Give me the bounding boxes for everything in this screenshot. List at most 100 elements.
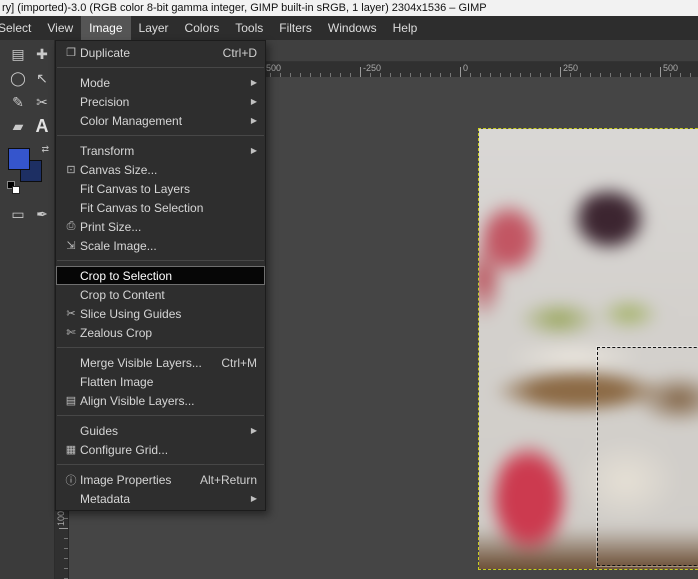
menu-separator xyxy=(57,464,264,465)
menu-item-label: Scale Image... xyxy=(80,238,157,253)
submenu-arrow-icon: ▶ xyxy=(250,97,257,106)
menu-separator xyxy=(57,67,264,68)
menu-item-metadata[interactable]: Metadata ▶ xyxy=(56,489,265,508)
menu-item-label: Mode xyxy=(80,75,111,90)
menu-item-zealous-crop[interactable]: ✄ Zealous Crop xyxy=(56,323,265,342)
menu-item-image-properties[interactable]: ⓘ Image Properties Alt+Return xyxy=(56,470,265,489)
h-ruler-label: 0 xyxy=(463,63,469,73)
scale-icon: ⇲ xyxy=(66,240,76,252)
foreground-color-swatch[interactable] xyxy=(8,148,30,170)
menu-item-guides[interactable]: Guides ▶ xyxy=(56,421,265,440)
menu-item-slice-using-guides[interactable]: ✂ Slice Using Guides xyxy=(56,304,265,323)
menu-item-label: Canvas Size... xyxy=(80,162,158,177)
menubar-item-tools[interactable]: Tools xyxy=(227,16,271,40)
ink-tool-icon[interactable]: ✒ xyxy=(30,202,54,226)
submenu-arrow-icon: ▶ xyxy=(250,494,257,503)
menu-item-shortcut: Ctrl+M xyxy=(221,355,257,370)
menu-separator xyxy=(57,415,264,416)
selection-marching-ants xyxy=(597,347,698,566)
menu-item-label: Align Visible Layers... xyxy=(80,393,195,408)
menu-item-label: Crop to Selection xyxy=(80,268,173,283)
menu-item-label: Fit Canvas to Layers xyxy=(80,181,191,196)
menu-item-flatten-image[interactable]: Flatten Image xyxy=(56,372,265,391)
menu-item-label: Guides xyxy=(80,423,119,438)
scissors-tool-icon[interactable]: ✂ xyxy=(30,90,54,114)
menubar-item-colors[interactable]: Colors xyxy=(177,16,228,40)
swap-colors-icon[interactable]: ⇄ xyxy=(41,144,49,155)
align-layers-icon: ▤ xyxy=(65,395,77,407)
menu-item-label: Duplicate xyxy=(80,45,131,60)
image-menu-dropdown: ❐ Duplicate Ctrl+D Mode ▶ Precision ▶ Co… xyxy=(55,40,266,511)
menu-separator xyxy=(57,135,264,136)
menu-item-duplicate[interactable]: ❐ Duplicate Ctrl+D xyxy=(56,43,265,62)
menu-item-precision[interactable]: Precision ▶ xyxy=(56,92,265,111)
menu-item-shortcut: Ctrl+D xyxy=(222,45,257,60)
menubar-item-image[interactable]: Image xyxy=(81,16,131,40)
menu-item-label: Merge Visible Layers... xyxy=(80,355,202,370)
menubar-item-help[interactable]: Help xyxy=(385,16,426,40)
menu-item-label: Slice Using Guides xyxy=(80,306,182,321)
toolbox-panel: ▤ ✚ ◯ ↖ ✎ ✂ ▰ A ⇄ ▭ ✒ xyxy=(0,40,55,579)
menubar-item-filters[interactable]: Filters xyxy=(271,16,320,40)
menu-item-label: Configure Grid... xyxy=(80,442,169,457)
duplicate-icon: ❐ xyxy=(66,47,76,59)
grid-icon: ▦ xyxy=(65,444,77,456)
menu-item-crop-to-content[interactable]: Crop to Content xyxy=(56,285,265,304)
pencil-tool-icon[interactable]: ✎ xyxy=(6,90,30,114)
h-ruler-label: -250 xyxy=(363,63,382,73)
color-swatches: ⇄ xyxy=(4,144,52,198)
menu-item-label: Fit Canvas to Selection xyxy=(80,200,204,215)
rectangle-tool-icon[interactable]: ▭ xyxy=(6,202,30,226)
menu-separator xyxy=(57,260,264,261)
menu-item-print-size[interactable]: ⎙ Print Size... xyxy=(56,217,265,236)
menu-item-shortcut: Alt+Return xyxy=(199,472,257,487)
menu-item-label: Crop to Content xyxy=(80,287,165,302)
menu-item-label: Precision xyxy=(80,94,130,109)
fuzzy-select-tool-icon[interactable]: ✚ xyxy=(30,42,54,66)
h-ruler-label: 250 xyxy=(563,63,579,73)
menu-item-label: Zealous Crop xyxy=(80,325,153,340)
info-icon: ⓘ xyxy=(65,474,77,487)
menu-item-scale-image[interactable]: ⇲ Scale Image... xyxy=(56,236,265,255)
menu-item-merge-visible-layers[interactable]: Merge Visible Layers... Ctrl+M xyxy=(56,353,265,372)
menu-item-canvas-size[interactable]: ⊡ Canvas Size... xyxy=(56,160,265,179)
h-ruler-label: 500 xyxy=(663,63,679,73)
tool-grid-lower: ▭ ✒ xyxy=(0,200,55,226)
menu-item-label: Transform xyxy=(80,143,135,158)
menu-item-fit-canvas-to-layers[interactable]: Fit Canvas to Layers xyxy=(56,179,265,198)
submenu-arrow-icon: ▶ xyxy=(250,116,257,125)
menubar-item-select[interactable]: Select xyxy=(0,16,39,40)
rectangle-select-tool-icon[interactable]: ▤ xyxy=(6,42,30,66)
menu-item-fit-canvas-to-selection[interactable]: Fit Canvas to Selection xyxy=(56,198,265,217)
slice-icon: ✂ xyxy=(66,308,76,320)
menu-item-label: Color Management xyxy=(80,113,183,128)
tool-grid: ▤ ✚ ◯ ↖ ✎ ✂ ▰ A xyxy=(0,40,55,138)
menubar-item-layer[interactable]: Layer xyxy=(131,16,177,40)
menu-item-label: Metadata xyxy=(80,491,131,506)
submenu-arrow-icon: ▶ xyxy=(250,426,257,435)
default-colors-icon[interactable] xyxy=(12,186,20,194)
printer-icon: ⎙ xyxy=(66,220,76,232)
menubar-item-view[interactable]: View xyxy=(39,16,81,40)
free-select-tool-icon[interactable]: ◯ xyxy=(6,66,30,90)
gradient-tool-icon[interactable]: ▰ xyxy=(6,114,30,138)
menu-separator xyxy=(57,347,264,348)
menu-item-label: Print Size... xyxy=(80,219,142,234)
menu-item-configure-grid[interactable]: ▦ Configure Grid... xyxy=(56,440,265,459)
menu-item-crop-to-selection[interactable]: Crop to Selection xyxy=(56,266,265,285)
menubar-item-windows[interactable]: Windows xyxy=(320,16,385,40)
menu-item-color-management[interactable]: Color Management ▶ xyxy=(56,111,265,130)
menu-item-transform[interactable]: Transform ▶ xyxy=(56,141,265,160)
menu-item-align-visible-layers[interactable]: ▤ Align Visible Layers... xyxy=(56,391,265,410)
window-title: ry] (imported)-3.0 (RGB color 8-bit gamm… xyxy=(0,0,698,16)
menu-bar: Select View Image Layer Colors Tools Fil… xyxy=(0,16,698,40)
zealous-crop-icon: ✄ xyxy=(66,327,76,339)
submenu-arrow-icon: ▶ xyxy=(250,146,257,155)
text-tool-icon[interactable]: A xyxy=(30,114,54,138)
submenu-arrow-icon: ▶ xyxy=(250,78,257,87)
menu-item-mode[interactable]: Mode ▶ xyxy=(56,73,265,92)
menu-item-label: Image Properties xyxy=(80,472,172,487)
menu-item-label: Flatten Image xyxy=(80,374,154,389)
canvas-size-icon: ⊡ xyxy=(66,164,76,176)
move-tool-icon[interactable]: ↖ xyxy=(30,66,54,90)
